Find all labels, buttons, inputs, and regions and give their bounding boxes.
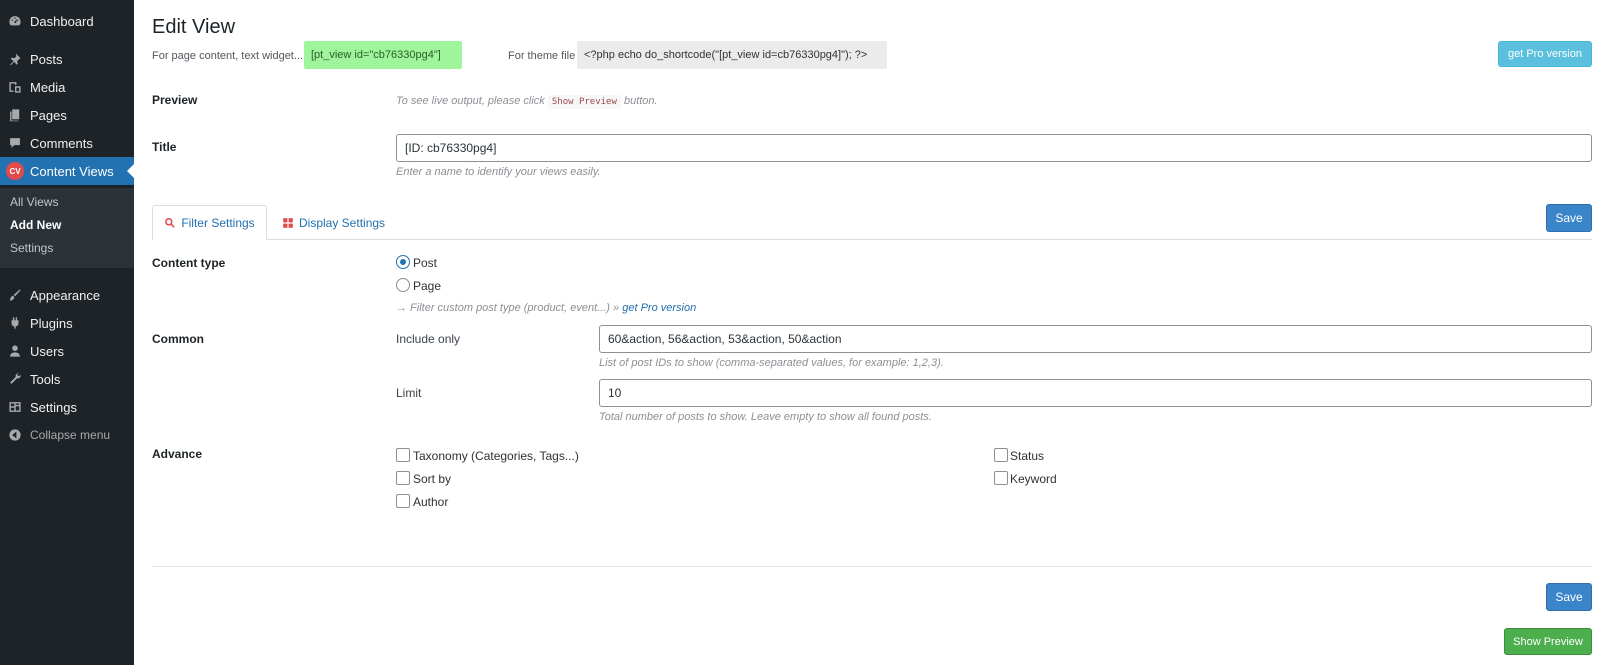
include-only-input[interactable] bbox=[599, 325, 1592, 353]
tab-label: Filter Settings bbox=[181, 215, 255, 230]
radio-page[interactable] bbox=[396, 278, 410, 292]
sidebar-item-pages[interactable]: Pages bbox=[0, 101, 134, 129]
preview-hint-text-after: button. bbox=[623, 95, 658, 107]
title-input[interactable] bbox=[396, 134, 1592, 162]
content-views-submenu: All Views Add New Settings bbox=[0, 188, 134, 268]
shortcode-content-value[interactable]: [pt_view id="cb76330pg4"] bbox=[304, 41, 462, 69]
checkbox-keyword-label: Keyword bbox=[1010, 472, 1057, 486]
wrench-icon bbox=[8, 372, 22, 386]
sidebar-item-plugins[interactable]: Plugins bbox=[0, 309, 134, 337]
bottom-divider bbox=[152, 566, 1592, 567]
sidebar-item-label: Plugins bbox=[30, 315, 73, 331]
tab-filter-settings[interactable]: Filter Settings bbox=[152, 205, 267, 240]
submenu-item-settings[interactable]: Settings bbox=[10, 241, 53, 255]
limit-label: Limit bbox=[396, 386, 422, 400]
checkbox-author-label: Author bbox=[413, 495, 449, 509]
radio-post-label: Post bbox=[413, 256, 438, 270]
submenu-item-add-new[interactable]: Add New bbox=[10, 218, 61, 232]
content-type-hint-text: → Filter custom post type (product, even… bbox=[396, 302, 620, 314]
collapse-label: Collapse menu bbox=[30, 428, 111, 442]
sidebar-item-label: Media bbox=[30, 79, 66, 95]
grid-icon bbox=[283, 217, 293, 228]
collapse-menu-button[interactable]: Collapse menu bbox=[0, 421, 134, 449]
checkbox-author[interactable] bbox=[396, 494, 410, 508]
sidebar-item-label: Settings bbox=[30, 399, 77, 415]
tab-display-settings[interactable]: Display Settings bbox=[282, 205, 385, 240]
sidebar-item-settings[interactable]: Settings bbox=[0, 393, 134, 421]
checkbox-taxonomy-label: Taxonomy (Categories, Tags...) bbox=[413, 449, 579, 463]
limit-hint: Total number of posts to show. Leave emp… bbox=[599, 411, 932, 423]
shortcode-content-label: For page content, text widget... bbox=[152, 50, 304, 62]
sidebar-item-label: Dashboard bbox=[30, 13, 94, 29]
plug-icon bbox=[8, 316, 22, 330]
comment-icon bbox=[8, 136, 22, 150]
dashboard-icon bbox=[8, 14, 22, 28]
sidebar-item-label: Posts bbox=[30, 51, 63, 67]
sidebar-item-label: Comments bbox=[30, 135, 93, 151]
get-pro-version-button[interactable]: get Pro version bbox=[1498, 41, 1592, 67]
pages-icon bbox=[8, 108, 22, 122]
sidebar-item-label: Appearance bbox=[30, 287, 101, 303]
title-label: Title bbox=[152, 140, 177, 154]
show-preview-button[interactable]: Show Preview bbox=[1504, 628, 1592, 655]
brush-icon bbox=[8, 288, 22, 302]
radio-page-label: Page bbox=[413, 279, 442, 293]
user-icon bbox=[8, 344, 22, 358]
collapse-icon bbox=[8, 428, 22, 442]
sidebar-item-media[interactable]: Media bbox=[0, 73, 134, 101]
sidebar-item-label: Users bbox=[30, 343, 64, 359]
checkbox-status-label: Status bbox=[1010, 449, 1045, 463]
sidebar-item-label: Content Views bbox=[30, 163, 114, 179]
sidebar-item-users[interactable]: Users bbox=[0, 337, 134, 365]
shortcode-theme-value[interactable]: <?php echo do_shortcode("[pt_view id=cb7… bbox=[577, 41, 887, 69]
sidebar-item-label: Pages bbox=[30, 107, 67, 123]
page-title: Edit View bbox=[152, 16, 236, 38]
preview-hint-text: To see live output, please click bbox=[396, 95, 545, 107]
shortcode-theme-label: For theme file bbox=[508, 50, 576, 62]
advance-label: Advance bbox=[152, 447, 203, 461]
main-content: Edit View For page content, text widget.… bbox=[152, 0, 1592, 665]
search-icon bbox=[165, 217, 176, 228]
preview-label: Preview bbox=[152, 93, 198, 107]
media-icon bbox=[8, 80, 22, 94]
content-type-hint: → Filter custom post type (product, even… bbox=[396, 302, 696, 314]
checkbox-taxonomy[interactable] bbox=[396, 448, 410, 462]
limit-input[interactable] bbox=[599, 379, 1592, 407]
radio-post[interactable] bbox=[396, 255, 410, 269]
pin-icon bbox=[8, 52, 22, 66]
show-preview-code: Show Preview bbox=[547, 95, 621, 109]
title-hint: Enter a name to identify your views easi… bbox=[396, 166, 601, 178]
preview-hint: To see live output, please click Show Pr… bbox=[396, 95, 658, 109]
include-only-hint: List of post IDs to show (comma-separate… bbox=[599, 357, 944, 369]
checkbox-sort-by-label: Sort by bbox=[413, 472, 452, 486]
tab-label: Display Settings bbox=[299, 215, 386, 230]
checkbox-sort-by[interactable] bbox=[396, 471, 410, 485]
settings-icon bbox=[8, 400, 22, 414]
submenu-item-all-views[interactable]: All Views bbox=[10, 195, 58, 209]
sidebar-item-posts[interactable]: Posts bbox=[0, 45, 134, 73]
sidebar-item-appearance[interactable]: Appearance bbox=[0, 281, 134, 309]
cv-badge-icon: CV bbox=[6, 162, 24, 180]
include-only-label: Include only bbox=[396, 332, 461, 346]
content-type-label: Content type bbox=[152, 256, 226, 270]
sidebar-item-comments[interactable]: Comments bbox=[0, 129, 134, 157]
checkbox-status[interactable] bbox=[994, 448, 1008, 462]
checkbox-keyword[interactable] bbox=[994, 471, 1008, 485]
save-button-bottom[interactable]: Save bbox=[1546, 583, 1592, 611]
sidebar-item-content-views[interactable]: CV Content Views bbox=[0, 157, 134, 185]
save-button-top[interactable]: Save bbox=[1546, 204, 1592, 232]
get-pro-version-link[interactable]: get Pro version bbox=[622, 302, 696, 314]
sidebar-item-tools[interactable]: Tools bbox=[0, 365, 134, 393]
sidebar-item-dashboard[interactable]: Dashboard bbox=[0, 7, 134, 35]
admin-sidebar: Dashboard Posts Media Pages Comments CV … bbox=[0, 0, 134, 665]
common-label: Common bbox=[152, 332, 204, 346]
sidebar-item-label: Tools bbox=[30, 371, 61, 387]
